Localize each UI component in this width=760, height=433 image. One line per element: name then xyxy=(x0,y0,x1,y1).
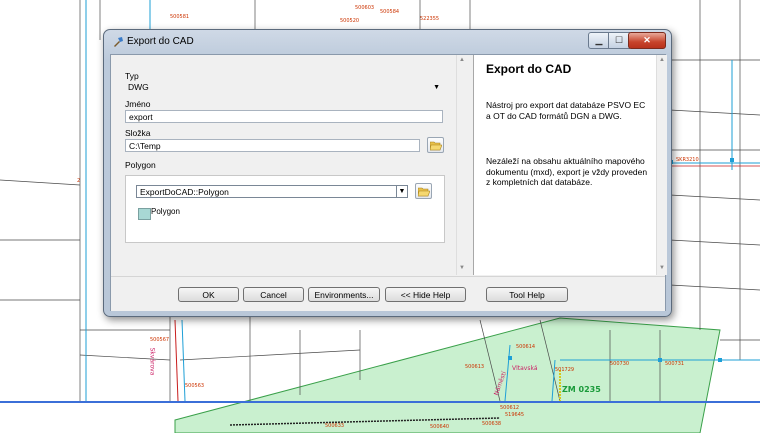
slozka-input[interactable]: C:\Temp xyxy=(125,139,420,152)
jmeno-label: Jméno xyxy=(125,99,151,109)
tool-help-button[interactable]: Tool Help xyxy=(486,287,568,302)
folder-open-icon xyxy=(418,187,430,197)
polygon-value: ExportDoCAD::Polygon xyxy=(140,187,229,197)
environments-button[interactable]: Environments... xyxy=(308,287,380,302)
polygon-select[interactable]: ExportDoCAD::Polygon ▼ xyxy=(136,185,408,198)
close-button[interactable]: ✕ xyxy=(628,32,666,49)
scroll-down-icon[interactable]: ▼ xyxy=(458,265,466,271)
help-pane: Export do CAD Nástroj pro export dat dat… xyxy=(473,55,667,275)
typ-select[interactable]: DWG ▼ xyxy=(125,81,443,94)
map-label: 500640 xyxy=(430,424,450,430)
map-label: 2 xyxy=(77,178,81,184)
map-zone-label: ZM 0235 xyxy=(562,385,601,394)
map-label: 500730 xyxy=(610,361,630,367)
map-label: 500603 xyxy=(355,5,375,11)
help-paragraph-2: Nezáleží na obsahu aktuálního mapového d… xyxy=(486,156,648,187)
polygon-parameter-box: ExportDoCAD::Polygon ▼ Polygon xyxy=(125,175,445,243)
jmeno-input[interactable]: export xyxy=(125,110,443,123)
polygon-label: Polygon xyxy=(125,160,156,170)
map-polygon xyxy=(174,317,721,433)
ok-button[interactable]: OK xyxy=(178,287,239,302)
map-label: 522355 xyxy=(420,16,440,22)
browse-polygon-button[interactable] xyxy=(415,183,432,199)
map-label: 500563 xyxy=(185,383,205,389)
dialog-client: Typ DWG ▼ Jméno export Složka C:\Temp Po… xyxy=(110,54,667,311)
map-street-label: Vltavská xyxy=(512,365,538,372)
dropdown-arrow-icon[interactable]: ▼ xyxy=(396,186,407,197)
map-label: 500613 xyxy=(465,364,485,370)
scroll-down-icon[interactable]: ▼ xyxy=(658,265,666,271)
help-paragraph-1: Nástroj pro export dat databáze PSVO EC … xyxy=(486,100,646,121)
hide-help-button[interactable]: << Hide Help xyxy=(385,287,466,302)
browse-folder-button[interactable] xyxy=(427,137,444,153)
polygon-layer-label: Polygon xyxy=(151,207,180,216)
help-scrollbar[interactable]: ▲ ▼ xyxy=(656,55,667,275)
app-tool-icon xyxy=(114,37,123,47)
dialog-titlebar[interactable]: Export do CAD ▁ ☐ ✕ xyxy=(104,30,671,54)
dialog-title: Export do CAD xyxy=(127,36,194,47)
slozka-label: Složka xyxy=(125,128,151,138)
map-label: 500581 xyxy=(170,14,190,20)
map-label: 500612 xyxy=(500,405,520,411)
parameters-pane: Typ DWG ▼ Jméno export Složka C:\Temp Po… xyxy=(111,55,467,275)
typ-value: DWG xyxy=(128,82,149,92)
help-title: Export do CAD xyxy=(486,62,572,76)
parameters-scrollbar[interactable]: ▲ ▼ xyxy=(456,55,467,275)
map-label: 500614 xyxy=(516,344,536,350)
polygon-symbol-swatch xyxy=(138,208,151,220)
map-label: 500638 xyxy=(482,421,502,427)
typ-label: Typ xyxy=(125,71,139,81)
map-label: SKR3210 xyxy=(676,157,699,163)
map-label: 500567 xyxy=(150,337,170,343)
map-frame-border xyxy=(0,401,760,403)
button-bar: OK Cancel Environments... << Hide Help T… xyxy=(111,276,665,311)
maximize-button[interactable]: ☐ xyxy=(608,32,630,49)
folder-open-icon xyxy=(430,141,442,151)
map-label: 501729 xyxy=(555,367,575,373)
minimize-button[interactable]: ▁ xyxy=(588,32,610,49)
map-label: 500584 xyxy=(380,9,400,15)
cancel-button[interactable]: Cancel xyxy=(243,287,304,302)
scroll-up-icon[interactable]: ▲ xyxy=(458,57,466,63)
map-street-label: Skvárova xyxy=(148,347,156,376)
map-label: 500731 xyxy=(665,361,685,367)
scroll-up-icon[interactable]: ▲ xyxy=(658,57,666,63)
map-label: 500520 xyxy=(340,18,360,24)
export-dialog: Export do CAD ▁ ☐ ✕ Typ DWG ▼ Jméno expo… xyxy=(103,29,672,317)
map-label: 500633 xyxy=(325,423,345,429)
dropdown-arrow-icon: ▼ xyxy=(433,84,440,91)
map-label: 519645 xyxy=(505,412,525,418)
